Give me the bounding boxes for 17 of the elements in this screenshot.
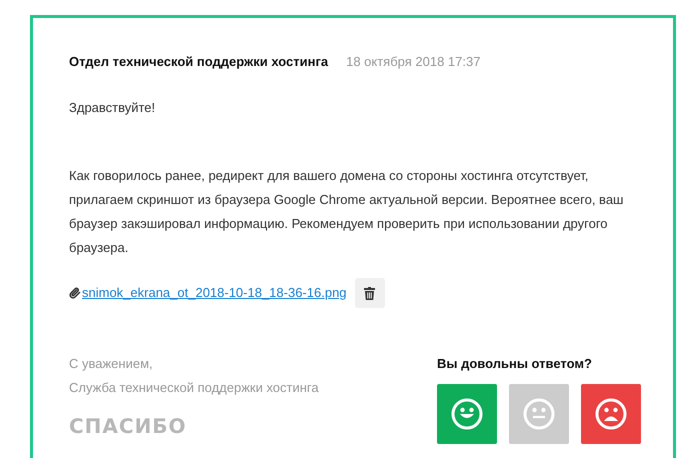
trash-icon (364, 286, 376, 300)
delete-button[interactable] (354, 278, 385, 308)
neutral-face-icon (523, 398, 555, 430)
signature-line: С уважением, (69, 355, 154, 373)
attachment-link[interactable]: snimok_ekrana_ot_2018-10-18_18-36-16.png (69, 283, 347, 303)
sender-name: Отдел технической поддержки хостинга (69, 53, 328, 71)
sad-face-icon (595, 398, 627, 430)
rating-button[interactable] (581, 384, 641, 444)
greeting-text: Здравствуйте! (69, 98, 156, 117)
thanks-label: СПАСИБО (69, 413, 188, 440)
message-date: 18 октября 2018 17:37 (346, 53, 480, 71)
message-body: Как говорилось ранее, редирект для вашего домена со стороны хостинга отсутствует, прилагаем скриншот из браузера Google Chrome актуальной версии. Вероятнее всего, ваш браузер закэшировал информацию. Рекомендуем проверить при использовании другого браузера. (69, 167, 624, 257)
happy-face-icon (451, 398, 483, 430)
paperclip-icon (69, 287, 81, 299)
rating-question: Вы довольны ответом? (437, 355, 593, 373)
rating-button[interactable] (437, 384, 497, 444)
signature-line: Служба технической поддержки хостинга (69, 379, 319, 397)
